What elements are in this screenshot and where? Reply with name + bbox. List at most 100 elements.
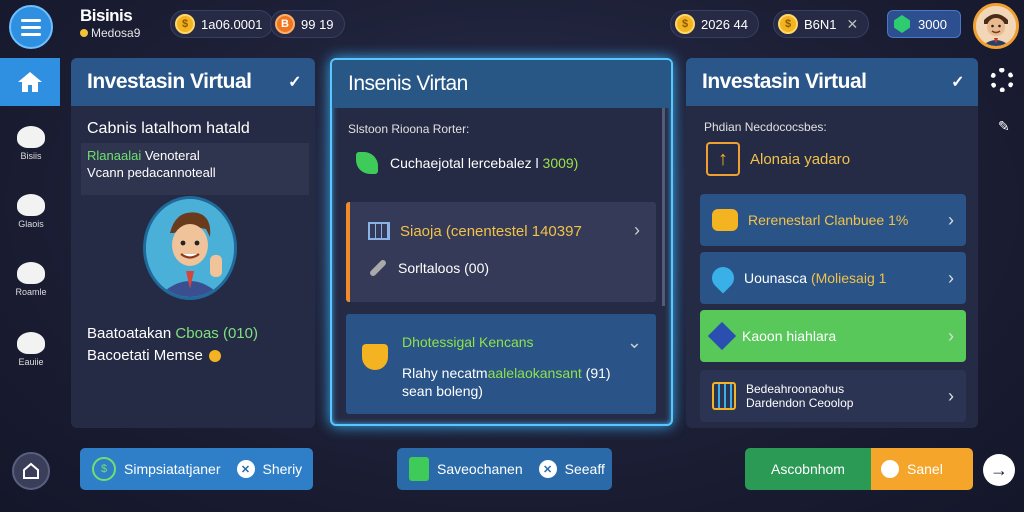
card1-row1: Siaoja (cenentestel 140397	[368, 222, 582, 240]
scrollbar[interactable]	[662, 108, 665, 306]
row1-text-a: Rerenestarl	[748, 212, 821, 228]
nav-item-2[interactable]: Glaois	[0, 194, 62, 229]
right-row-2[interactable]: Uounasca (Moliesaig 1 ›	[700, 252, 966, 304]
close-icon[interactable]: ✕	[847, 16, 859, 33]
bottom-button-left[interactable]: $ Simpsiatatjaner ✕ Sheriy	[80, 448, 313, 490]
tool-icon[interactable]: ✎	[998, 118, 1010, 135]
nav-item-4[interactable]: Eauiie	[0, 332, 62, 367]
bottom-right-green[interactable]: Ascobnhom	[745, 448, 871, 490]
card1-subtitle: Sorltaloos (00)	[398, 260, 490, 276]
card2-title: Dhotessigal Kencans	[402, 334, 534, 350]
leaf-icon	[356, 152, 378, 174]
center-panel-title: Insenis Virtan	[348, 72, 468, 95]
bottom-left-label: Simpsiatatjaner	[124, 461, 221, 477]
nav-bottom-button[interactable]	[12, 452, 50, 490]
row4-text-2: Dardendon Ceoolop	[746, 396, 854, 410]
info-green-text: Rlanaalai	[87, 148, 142, 163]
card2-text-2: sean boleng)	[402, 383, 483, 399]
right-panel: Investasin Virtual ✓ Phdian Necdococsbes…	[686, 58, 978, 428]
right-top-item[interactable]: ↑ Alonaia yadaro	[706, 142, 850, 176]
map-pin-icon	[707, 262, 739, 294]
center-panel-header: Insenis Virtan	[332, 60, 671, 108]
paperclip-icon	[368, 258, 388, 278]
coin-dot-icon	[208, 349, 221, 362]
next-arrow-button[interactable]: →	[983, 454, 1015, 486]
currency-pill-4[interactable]: $ B6N1 ✕	[773, 10, 870, 38]
currency-value-1: 1a06.0001	[201, 16, 263, 32]
cloud-icon	[17, 332, 45, 354]
currency-pill-1[interactable]: $ 1a06.0001	[170, 10, 274, 38]
home-icon	[18, 72, 42, 92]
bottom-button-middle[interactable]: Saveochanen ✕ Seeaff	[397, 448, 612, 490]
currency-pill-3[interactable]: $ 2026 44	[670, 10, 759, 38]
brand-sub: Medosa9	[80, 26, 140, 40]
settings-gear-icon[interactable]	[990, 68, 1014, 92]
left-stat-2-label: Bacoetati Memse	[87, 347, 203, 364]
character-avatar	[143, 196, 237, 300]
card1-row2: Sorltaloos (00)	[368, 258, 490, 278]
businessman-icon	[146, 199, 234, 297]
nav-label-2: Glaois	[18, 219, 44, 229]
investment-card-1[interactable]: Siaoja (cenentestel 140397 Sorltaloos (0…	[346, 202, 656, 302]
row3-text: Kaoon hiahlara	[742, 328, 837, 344]
check-icon[interactable]: ✓	[951, 72, 964, 92]
chevron-right-icon: ›	[948, 209, 954, 230]
money-icon: $	[92, 457, 116, 481]
center-panel-label: Slstoon Rioona Rorter:	[348, 122, 470, 136]
left-panel-title: Investasin Virtual	[87, 70, 252, 93]
currency-value-4: B6N1	[804, 16, 837, 32]
coin-icon: $	[175, 14, 195, 34]
currency-pill-2[interactable]: B 99 19	[270, 10, 345, 38]
cash-icon	[409, 457, 429, 481]
right-row-4[interactable]: Bedeahroonaohus Dardendon Ceoolop ›	[700, 370, 966, 422]
chevron-down-icon: ⌄	[626, 332, 642, 352]
summary-value: 3009)	[542, 155, 579, 171]
gem-icon	[894, 15, 910, 33]
chevron-right-icon: ›	[634, 220, 640, 240]
nav-label-3: Roamle	[15, 287, 47, 297]
chevron-right-icon: ›	[948, 385, 954, 406]
nav-label-4: Eauiie	[18, 357, 44, 367]
coin-dot-icon	[80, 29, 88, 37]
right-panel-title: Investasin Virtual	[702, 70, 867, 93]
check-icon[interactable]: ✓	[288, 72, 301, 92]
brand: Bisinis Medosa9	[80, 6, 140, 40]
brand-name: Bisinis	[80, 6, 133, 25]
nav-home[interactable]	[0, 58, 60, 106]
right-panel-header: Investasin Virtual ✓	[686, 58, 978, 106]
summary-text: Cuchaejotal lercebalez l	[390, 155, 539, 171]
card2-text-a: Rlahy necatm	[402, 365, 488, 381]
right-row-3[interactable]: Kaoon hiahlara ›	[700, 310, 966, 362]
left-panel-subtitle: Cabnis latalhom hatald	[87, 120, 250, 137]
card2-body: Rlahy necatmaalelaokansant (91) sean bol…	[402, 364, 611, 400]
menu-button[interactable]	[9, 5, 53, 49]
info-text-1: Venoteral	[144, 148, 200, 163]
center-panel: Insenis Virtan Slstoon Rioona Rorter: Cu…	[330, 58, 673, 426]
bottom-right-orange-label: Sanel	[907, 461, 943, 477]
right-row-1[interactable]: Rerenestarl Clanbuee 1% ›	[700, 194, 966, 246]
card1-title: Siaoja (cenentestel 140397	[400, 222, 582, 240]
row1-text-c: 1%	[888, 212, 909, 228]
avatar-icon	[976, 6, 1016, 46]
left-stat-2: Bacoetati Memse	[87, 347, 221, 364]
briefcase-icon	[17, 126, 45, 148]
nav-item-3[interactable]: Roamle	[0, 262, 62, 297]
crown-icon	[362, 344, 388, 370]
gem-value: 3000	[918, 16, 947, 32]
nav-item-1[interactable]: Bisiis	[0, 126, 62, 161]
bottom-right-orange[interactable]: Sanel	[871, 448, 973, 490]
bottom-mid-label: Saveochanen	[437, 461, 523, 477]
profile-avatar[interactable]	[973, 3, 1019, 49]
cube-icon	[707, 321, 737, 351]
coin-icon: $	[675, 14, 695, 34]
left-info-box: Rlanaalai Venoteral Vcann pedacannoteall	[81, 143, 309, 195]
currency-value-3: 2026 44	[701, 16, 748, 32]
left-panel: Investasin Virtual ✓ Cabnis latalhom hat…	[71, 58, 315, 428]
row2-text-b: (Moliesaig 1	[810, 270, 887, 286]
brand-sub-text: Medosa9	[91, 26, 141, 40]
bottom-button-right[interactable]: Ascobnhom Sanel	[745, 448, 973, 490]
gem-pill[interactable]: 3000	[887, 10, 961, 38]
chat-icon	[17, 194, 45, 216]
house-outline-icon	[23, 462, 39, 479]
investment-card-2[interactable]: Dhotessigal Kencans Rlahy necatmaalelaok…	[346, 314, 656, 414]
